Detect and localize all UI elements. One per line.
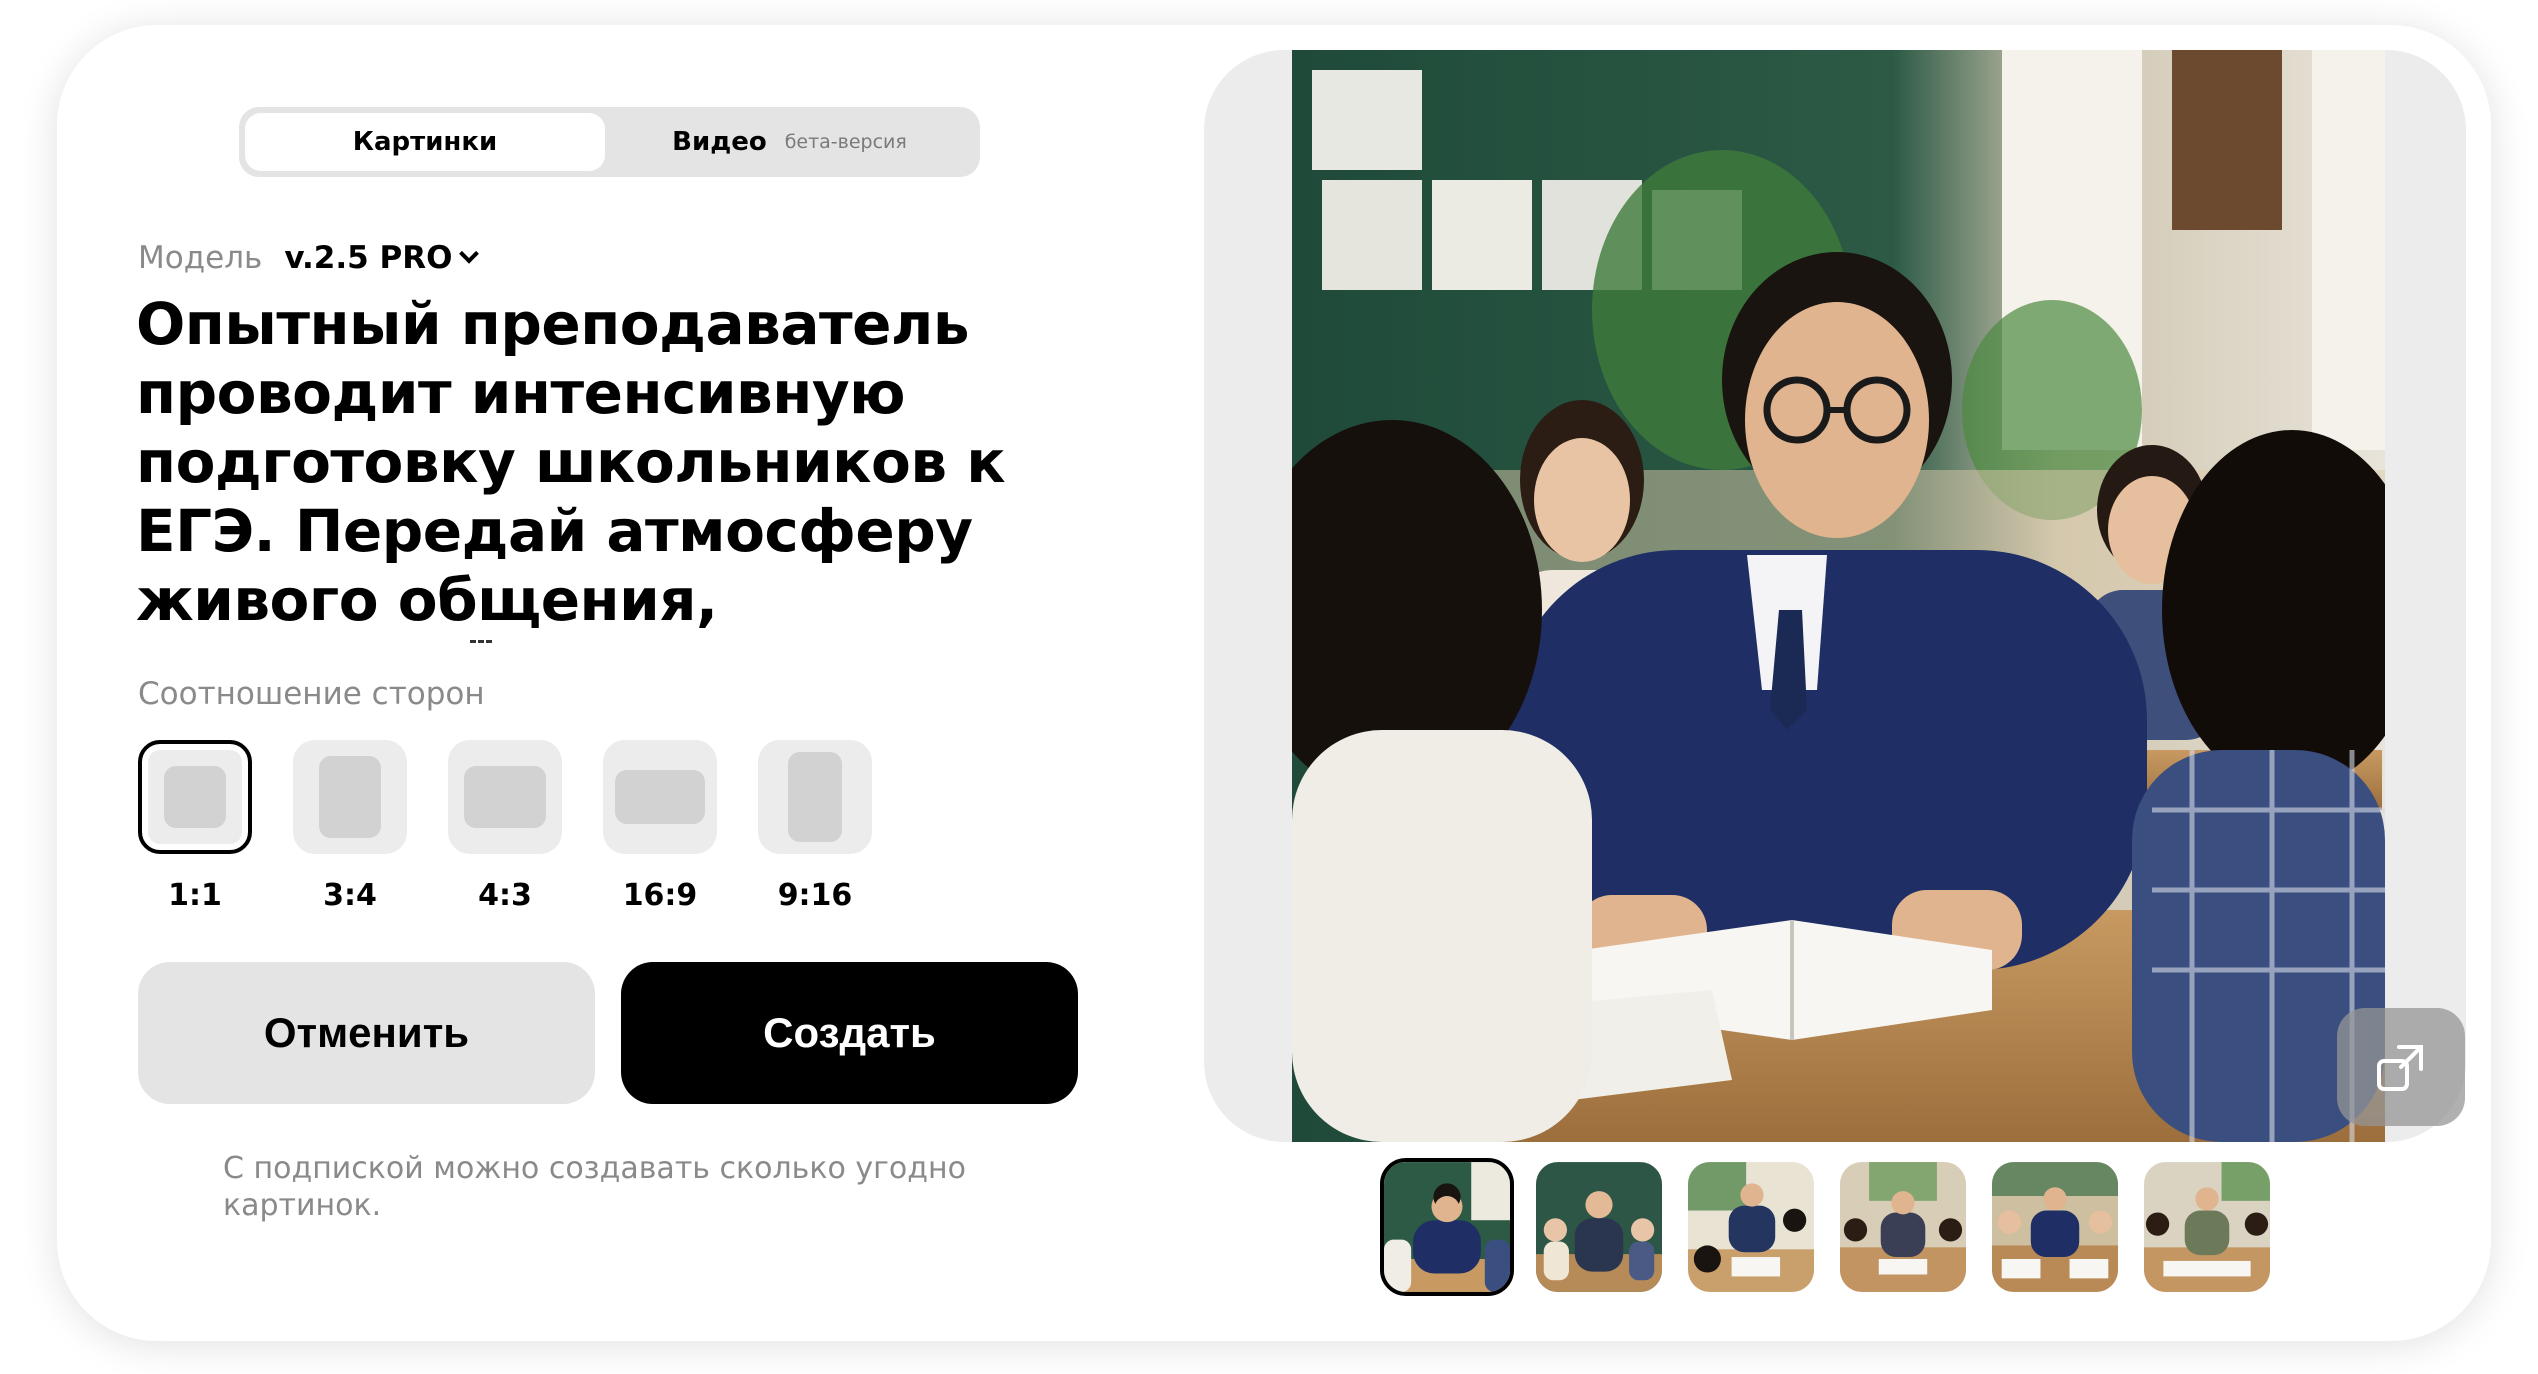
thumbnail-4[interactable] [1836, 1158, 1970, 1296]
aspect-box [138, 740, 252, 854]
aspect-option-label: 9:16 [777, 878, 853, 913]
aspect-ratio-label: Соотношение сторон [138, 676, 485, 712]
model-value: v.2.5 PRO [284, 240, 453, 276]
preview-frame [1204, 50, 2466, 1142]
thumbnail-image-icon [1688, 1162, 1814, 1292]
aspect-option-3-4[interactable]: 3:4 [293, 740, 407, 913]
preview-image [1292, 50, 2385, 1142]
classroom-photo-icon [1292, 50, 2385, 1142]
aspect-option-9-16[interactable]: 9:16 [758, 740, 872, 913]
wide-ratio-icon [615, 770, 705, 824]
subscription-note: С подпиской можно создавать сколько угод… [223, 1151, 966, 1223]
square-ratio-icon [164, 766, 226, 828]
aspect-ratio-options: 1:1 3:4 4:3 16:9 9:16 [138, 740, 872, 913]
portrait-ratio-icon [319, 756, 381, 838]
model-selector[interactable]: Модель v.2.5 PRO [138, 240, 480, 276]
create-button[interactable]: Создать [621, 962, 1078, 1104]
aspect-option-label: 1:1 [168, 878, 222, 913]
tab-images[interactable]: Картинки [245, 113, 605, 171]
landscape-ratio-icon [464, 766, 546, 828]
thumbnail-1[interactable] [1380, 1158, 1514, 1296]
model-label: Модель [138, 240, 263, 276]
model-dropdown[interactable]: v.2.5 PRO [284, 240, 480, 276]
chevron-down-icon [459, 243, 480, 264]
mode-toggle: Картинки Видео бета-версия [239, 107, 980, 177]
prompt-text[interactable]: Опытный преподаватель проводит интенсивн… [136, 290, 1036, 635]
thumbnail-3[interactable] [1684, 1158, 1818, 1296]
tab-images-label: Картинки [352, 127, 498, 157]
expand-button[interactable] [2337, 1008, 2465, 1126]
aspect-box [448, 740, 562, 854]
aspect-option-4-3[interactable]: 4:3 [448, 740, 562, 913]
thumbnail-2[interactable] [1532, 1158, 1666, 1296]
thumbnail-6[interactable] [2140, 1158, 2274, 1296]
aspect-box [758, 740, 872, 854]
aspect-box [293, 740, 407, 854]
thumbnail-image-icon [1992, 1162, 2118, 1292]
aspect-option-label: 3:4 [323, 878, 377, 913]
expand-icon [2377, 1045, 2423, 1091]
thumbnail-image-icon [2144, 1162, 2270, 1292]
beta-badge: бета-версия [784, 131, 907, 153]
aspect-option-16-9[interactable]: 16:9 [603, 740, 717, 913]
prompt-fade-icon [470, 640, 492, 643]
thumbnail-image-icon [1384, 1162, 1510, 1292]
thumbnail-strip [1380, 1158, 2274, 1296]
aspect-option-label: 16:9 [622, 878, 698, 913]
aspect-option-label: 4:3 [478, 878, 532, 913]
cancel-button[interactable]: Отменить [138, 962, 595, 1104]
thumbnail-5[interactable] [1988, 1158, 2122, 1296]
aspect-option-1-1[interactable]: 1:1 [138, 740, 252, 913]
tall-ratio-icon [788, 752, 842, 842]
aspect-box [603, 740, 717, 854]
tab-video-label: Видео [672, 127, 767, 157]
thumbnail-image-icon [1536, 1162, 1662, 1292]
tab-video[interactable]: Видео бета-версия [605, 113, 974, 171]
thumbnail-image-icon [1840, 1162, 1966, 1292]
